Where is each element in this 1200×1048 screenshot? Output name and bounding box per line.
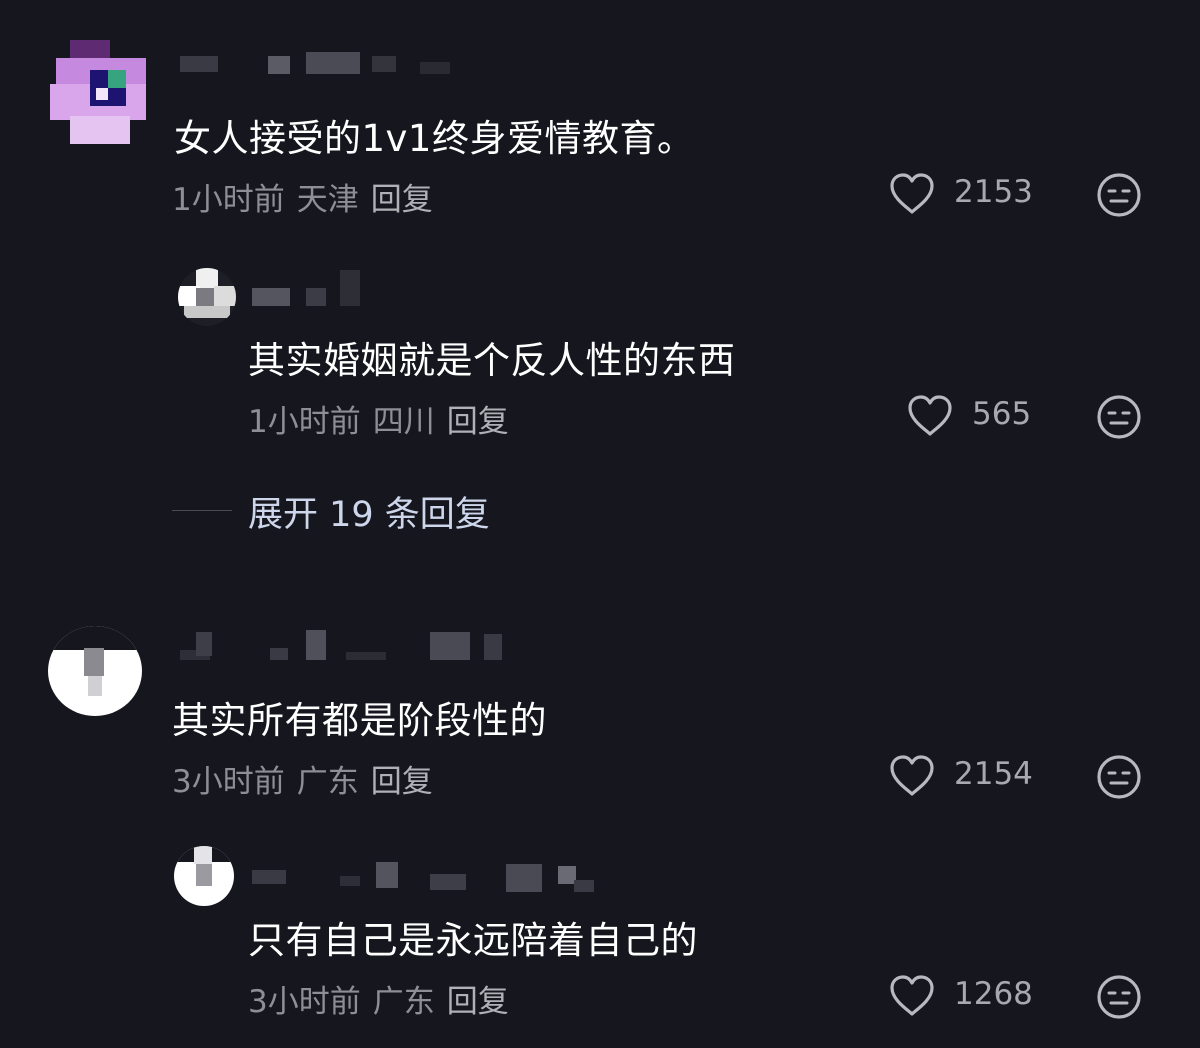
like-count: 565: [972, 396, 1032, 432]
censor-block: [372, 56, 396, 72]
reply-button[interactable]: 回复: [371, 764, 433, 800]
comment-meta: 3小时前 广东 回复: [172, 756, 433, 801]
avatar-pixel: [184, 306, 230, 318]
heart-outline-icon[interactable]: [888, 754, 936, 798]
like-count: 1268: [954, 976, 1033, 1012]
censor-block: [270, 648, 288, 660]
avatar[interactable]: [174, 846, 234, 906]
censor-block: [306, 52, 360, 74]
avatar[interactable]: [50, 40, 146, 144]
censor-block: [268, 56, 290, 74]
reply-time: 1小时前: [248, 404, 361, 440]
censor-block: [340, 270, 360, 306]
avatar[interactable]: [178, 268, 236, 326]
avatar-pixel: [70, 116, 130, 144]
avatar-pixel: [196, 864, 212, 886]
censor-block: [574, 880, 594, 892]
censor-block: [180, 56, 218, 72]
neutral-face-icon[interactable]: [1096, 172, 1142, 218]
avatar[interactable]: [48, 626, 142, 716]
avatar-pixel: [214, 286, 236, 306]
avatar-pixel: [84, 648, 104, 676]
reply-button[interactable]: 回复: [371, 182, 433, 218]
reply-meta: 3小时前 广东 回复: [248, 976, 509, 1021]
comment-location: 广东: [296, 764, 359, 800]
comment-text: 女人接受的1v1终身爱情教育。: [174, 117, 695, 160]
neutral-face-icon[interactable]: [1096, 974, 1142, 1020]
heart-outline-icon[interactable]: [906, 394, 954, 438]
reply-location: 四川: [372, 404, 435, 440]
expand-divider: [172, 510, 232, 511]
avatar-pixel: [88, 676, 102, 696]
reply-text: 只有自己是永远陪着自己的: [248, 919, 698, 962]
reply-button[interactable]: 回复: [447, 404, 509, 440]
like-count: 2153: [954, 174, 1033, 210]
censor-block: [430, 632, 470, 660]
censor-block: [420, 62, 450, 74]
censor-block: [306, 288, 326, 306]
like-count: 2154: [954, 756, 1033, 792]
avatar-pixel: [108, 70, 126, 88]
censor-block: [252, 870, 286, 884]
comment-location: 天津: [296, 182, 359, 218]
reply-time: 3小时前: [248, 984, 361, 1020]
censor-block: [484, 634, 502, 660]
avatar-pixel: [196, 288, 216, 308]
censor-block: [340, 876, 360, 886]
censor-block: [196, 632, 212, 656]
avatar-pixel: [194, 846, 212, 864]
comment-text: 其实所有都是阶段性的: [172, 699, 547, 742]
censor-block: [506, 864, 542, 892]
comment-meta: 1小时前 天津 回复: [172, 174, 433, 219]
reply-text: 其实婚姻就是个反人性的东西: [248, 339, 736, 382]
avatar-pixel: [96, 88, 108, 100]
reply-button[interactable]: 回复: [447, 984, 509, 1020]
neutral-face-icon[interactable]: [1096, 754, 1142, 800]
censor-block: [306, 630, 326, 660]
censor-block: [346, 652, 386, 660]
neutral-face-icon[interactable]: [1096, 394, 1142, 440]
avatar-pixel: [48, 626, 142, 650]
comment-time: 3小时前: [172, 764, 285, 800]
censor-block: [252, 288, 290, 306]
expand-replies-button[interactable]: 展开 19 条回复: [248, 486, 490, 537]
censor-block: [376, 862, 398, 888]
censor-block: [430, 874, 466, 890]
reply-meta: 1小时前 四川 回复: [248, 396, 509, 441]
reply-location: 广东: [372, 984, 435, 1020]
heart-outline-icon[interactable]: [888, 974, 936, 1018]
heart-outline-icon[interactable]: [888, 172, 936, 216]
comment-time: 1小时前: [172, 182, 285, 218]
